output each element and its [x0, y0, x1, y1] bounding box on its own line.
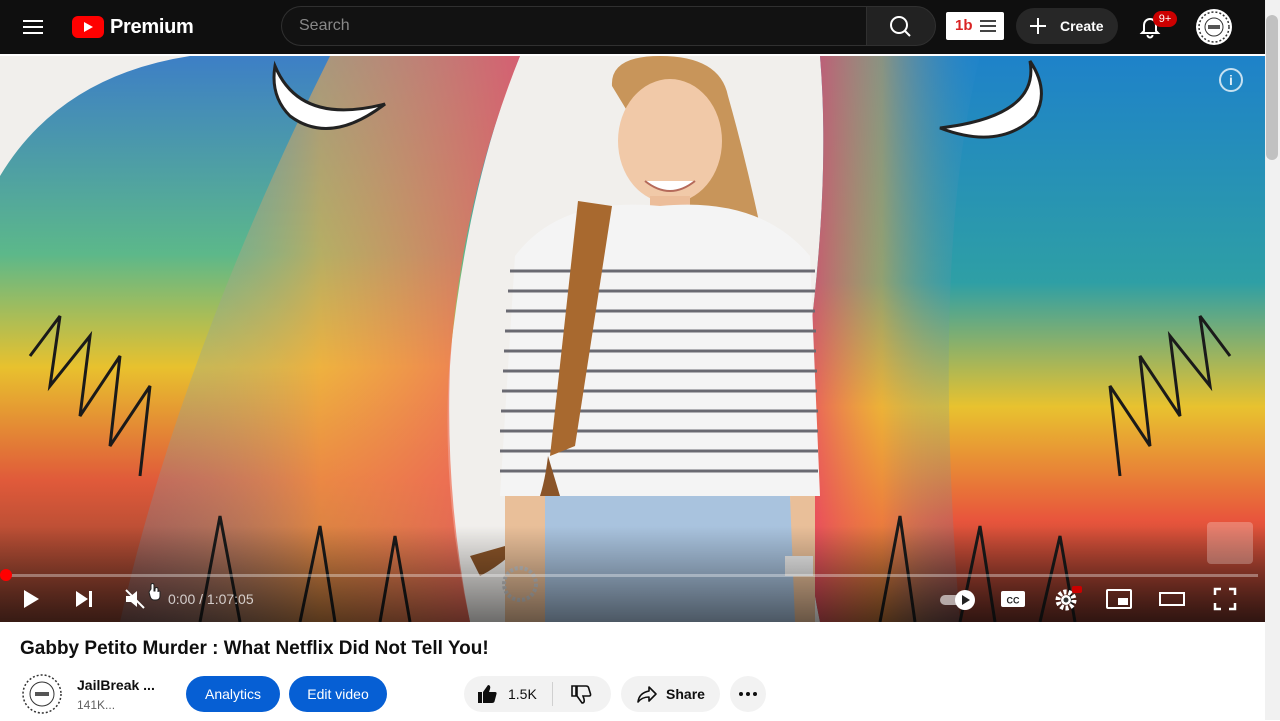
- video-progress-bar[interactable]: [6, 574, 1258, 577]
- top-bar: Premium Search 1b Create 9+: [0, 0, 1265, 54]
- share-icon: [637, 686, 657, 703]
- search-input[interactable]: Search: [281, 6, 866, 46]
- time-separator: /: [199, 591, 204, 607]
- svg-text:CC: CC: [1007, 596, 1020, 606]
- video-frame: [0, 56, 1265, 622]
- mouse-cursor-icon: [148, 583, 162, 601]
- more-actions-button[interactable]: [730, 676, 766, 712]
- logo-text: Premium: [110, 15, 194, 38]
- edit-video-button[interactable]: Edit video: [289, 676, 387, 712]
- channel-name[interactable]: JailBreak ...: [77, 677, 155, 693]
- scrollbar-thumb[interactable]: [1266, 15, 1278, 160]
- current-time: 0:00: [168, 591, 196, 607]
- like-button[interactable]: 1.5K: [464, 676, 552, 712]
- plus-icon: [1030, 18, 1046, 34]
- menu-icon[interactable]: [20, 14, 46, 40]
- next-video-icon[interactable]: [71, 587, 95, 611]
- progress-scrubber[interactable]: [0, 569, 12, 581]
- settings-gear-icon[interactable]: [1054, 586, 1082, 612]
- like-count: 1.5K: [508, 686, 537, 702]
- fullscreen-icon[interactable]: [1212, 586, 1238, 612]
- notification-badge: 9+: [1153, 11, 1177, 27]
- video-title: Gabby Petito Murder : What Netflix Did N…: [20, 638, 489, 659]
- create-button[interactable]: Create: [1016, 8, 1118, 44]
- play-icon[interactable]: [19, 587, 43, 611]
- youtube-premium-logo[interactable]: Premium: [72, 14, 194, 40]
- thumbs-down-icon: [571, 685, 592, 704]
- share-label: Share: [666, 686, 705, 702]
- thumbs-up-icon: [478, 685, 497, 703]
- theater-mode-icon[interactable]: [1158, 590, 1186, 608]
- muted-volume-icon[interactable]: [123, 587, 149, 611]
- youtube-logo-icon: [72, 16, 104, 38]
- channel-watermark[interactable]: [1207, 522, 1253, 564]
- video-duration: 1:07:05: [206, 591, 254, 607]
- video-info-button[interactable]: i: [1219, 68, 1243, 92]
- search-icon: [890, 16, 911, 37]
- account-avatar[interactable]: [1196, 9, 1232, 45]
- miniplayer-icon[interactable]: [1105, 588, 1133, 610]
- like-dislike-group: 1.5K: [464, 676, 611, 712]
- channel-avatar[interactable]: [20, 672, 64, 716]
- autoplay-toggle[interactable]: [938, 589, 978, 611]
- tubebuddy-extension-icon[interactable]: 1b: [946, 12, 1004, 40]
- analytics-button[interactable]: Analytics: [186, 676, 280, 712]
- playback-time: 0:00 / 1:07:05: [168, 591, 254, 607]
- closed-captions-icon[interactable]: CC: [1000, 588, 1026, 610]
- subscriber-count: 141K...: [77, 698, 116, 712]
- share-button[interactable]: Share: [621, 676, 720, 712]
- extension-label: 1b: [955, 17, 973, 34]
- search-button[interactable]: [866, 6, 936, 46]
- create-label: Create: [1060, 18, 1104, 34]
- more-horizontal-icon: [739, 692, 757, 696]
- dislike-button[interactable]: [553, 676, 609, 712]
- video-player[interactable]: [0, 56, 1265, 622]
